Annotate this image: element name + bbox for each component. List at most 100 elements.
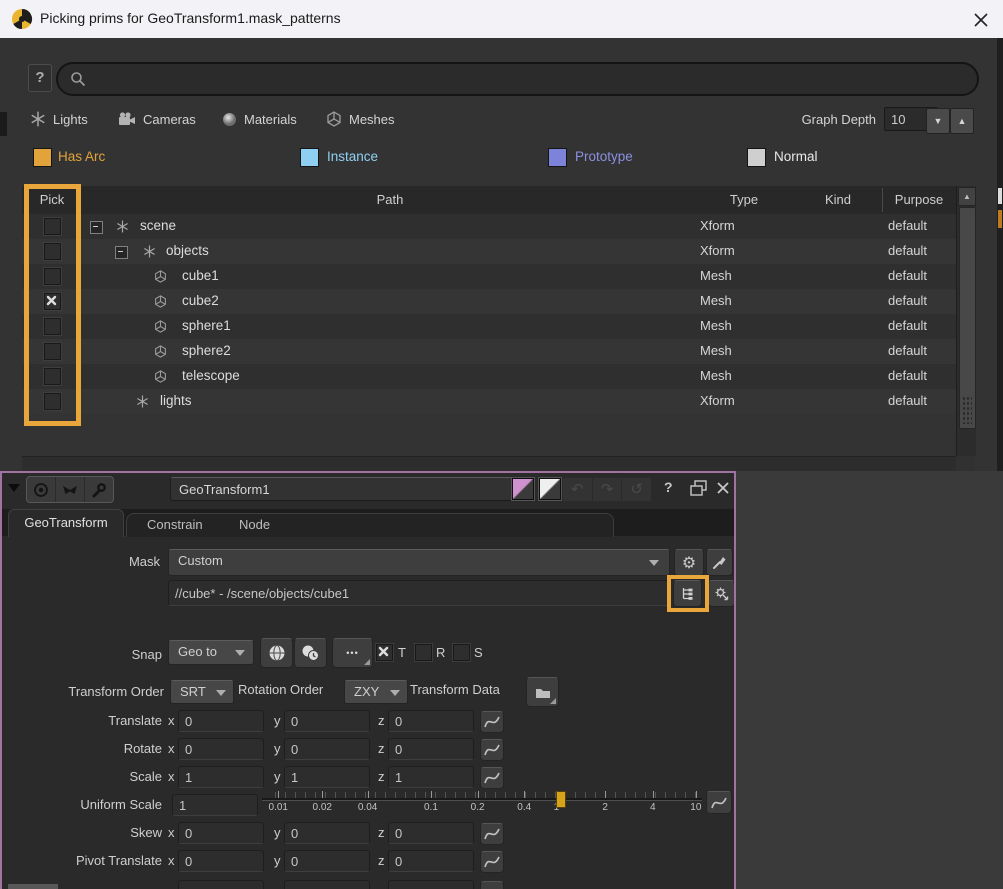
table-row[interactable]: cube2 Mesh default xyxy=(22,289,956,314)
scale-y-input[interactable] xyxy=(284,766,370,788)
panel-help-button[interactable]: ? xyxy=(664,479,673,495)
scale-animation-button[interactable] xyxy=(480,767,504,789)
column-header-type[interactable]: Type xyxy=(694,192,794,207)
revert-icon[interactable]: ↺ xyxy=(622,478,651,501)
translate-animation-button[interactable] xyxy=(480,711,504,733)
translate-x-input[interactable] xyxy=(178,710,264,732)
table-row[interactable]: sphere2 Mesh default xyxy=(22,339,956,364)
collapse-icon[interactable] xyxy=(90,221,103,234)
filter-cameras[interactable]: Cameras xyxy=(118,110,196,128)
clipped-button[interactable] xyxy=(480,881,504,889)
transform-order-dropdown[interactable]: SRT xyxy=(170,680,234,704)
snap-geo-frame-button[interactable] xyxy=(294,638,327,668)
snap-s-checkbox[interactable] xyxy=(453,644,470,661)
snap-geo-button[interactable] xyxy=(260,638,293,668)
snap-r-checkbox[interactable] xyxy=(415,644,432,661)
transform-data-button[interactable] xyxy=(526,677,559,707)
gl-color-swatch[interactable] xyxy=(539,478,561,500)
node-color-swatch[interactable] xyxy=(512,478,534,500)
graph-depth-decrement-button[interactable]: ▼ xyxy=(926,108,950,134)
mask-pattern-field[interactable] xyxy=(168,580,670,606)
hierarchy-icon xyxy=(680,586,695,601)
pick-checkbox[interactable] xyxy=(44,243,61,260)
column-header-purpose[interactable]: Purpose xyxy=(882,192,956,207)
search-input[interactable] xyxy=(92,66,956,92)
pick-checkbox-checked[interactable] xyxy=(44,293,61,310)
snap-t-checkbox[interactable] xyxy=(376,644,393,661)
moth-icon[interactable] xyxy=(56,477,85,502)
undo-icon[interactable]: ↶ xyxy=(563,478,593,501)
tab-constrain[interactable]: Constrain xyxy=(147,517,203,532)
panel-close-icon[interactable] xyxy=(716,481,730,495)
mask-update-button[interactable] xyxy=(708,580,735,607)
table-row[interactable]: objects Xform default xyxy=(22,239,956,264)
horizontal-scroll-area[interactable] xyxy=(22,456,956,472)
clipped-z-input[interactable] xyxy=(388,880,474,889)
filter-meshes[interactable]: Meshes xyxy=(326,110,395,128)
search-bar[interactable] xyxy=(56,62,979,96)
scroll-up-icon[interactable]: ▲ xyxy=(958,187,976,206)
pick-checkbox[interactable] xyxy=(44,368,61,385)
table-row[interactable]: lights Xform default xyxy=(22,389,956,414)
pivot-translate-y-input[interactable] xyxy=(284,850,370,872)
transform-data-label: Transform Data xyxy=(410,682,520,697)
skew-x-input[interactable] xyxy=(178,822,264,844)
uniform-scale-input[interactable] xyxy=(172,794,258,816)
pick-checkbox[interactable] xyxy=(44,343,61,360)
pick-checkbox[interactable] xyxy=(44,218,61,235)
pivot-translate-x-input[interactable] xyxy=(178,850,264,872)
filter-materials[interactable]: Materials xyxy=(222,110,297,128)
panel-menu-icon[interactable] xyxy=(8,484,20,492)
translate-z-input[interactable] xyxy=(388,710,474,732)
dialog-close-icon[interactable] xyxy=(970,9,992,31)
tab-node[interactable]: Node xyxy=(239,517,270,532)
skew-y-input[interactable] xyxy=(284,822,370,844)
mask-mode-dropdown[interactable]: Custom xyxy=(168,549,670,576)
rotation-order-dropdown[interactable]: ZXY xyxy=(344,680,408,704)
center-target-icon[interactable] xyxy=(27,477,56,502)
pivot-translate-animation-button[interactable] xyxy=(480,851,504,873)
scene-graph-picker-button[interactable] xyxy=(673,580,702,607)
pick-checkbox[interactable] xyxy=(44,318,61,335)
pick-checkbox[interactable] xyxy=(44,393,61,410)
scrollbar-thumb[interactable] xyxy=(959,207,976,429)
rotate-animation-button[interactable] xyxy=(480,739,504,761)
snap-mode-dropdown[interactable]: Geo to xyxy=(168,640,254,665)
uniform-scale-slider[interactable]: 0.01 0.02 0.04 0.1 0.2 0.4 1 2 4 10 xyxy=(262,789,702,817)
column-header-pick[interactable]: Pick xyxy=(22,192,82,207)
rotate-z-input[interactable] xyxy=(388,738,474,760)
column-header-kind[interactable]: Kind xyxy=(788,192,888,207)
uniform-scale-animation-button[interactable] xyxy=(706,791,732,814)
clipped-y-input[interactable] xyxy=(284,880,370,889)
help-button[interactable]: ? xyxy=(28,64,52,92)
skew-animation-button[interactable] xyxy=(480,823,504,845)
table-row[interactable]: telescope Mesh default xyxy=(22,364,956,389)
column-divider xyxy=(882,188,883,212)
skew-z-input[interactable] xyxy=(388,822,474,844)
mask-eyedropper-button[interactable] xyxy=(706,549,733,576)
pick-checkbox[interactable] xyxy=(44,268,61,285)
table-row[interactable]: scene Xform default xyxy=(22,214,956,239)
pivot-translate-z-input[interactable] xyxy=(388,850,474,872)
graph-depth-increment-button[interactable]: ▲ xyxy=(950,108,974,134)
filter-lights[interactable]: Lights xyxy=(30,110,88,128)
scale-z-input[interactable] xyxy=(388,766,474,788)
collapse-icon[interactable] xyxy=(115,246,128,259)
scale-x-input[interactable] xyxy=(178,766,264,788)
column-header-path[interactable]: Path xyxy=(80,192,700,207)
wrench-icon[interactable] xyxy=(85,477,113,502)
float-window-icon[interactable] xyxy=(690,480,708,497)
rotate-y-input[interactable] xyxy=(284,738,370,760)
node-name-field[interactable] xyxy=(170,477,518,501)
mask-settings-button[interactable]: ⚙ xyxy=(674,549,704,576)
redo-icon[interactable]: ↷ xyxy=(593,478,623,501)
vertical-scrollbar[interactable]: ▲ xyxy=(956,186,976,456)
slider-handle[interactable] xyxy=(556,791,566,808)
snap-more-button[interactable]: ••• xyxy=(332,638,373,668)
translate-y-input[interactable] xyxy=(284,710,370,732)
table-row[interactable]: sphere1 Mesh default xyxy=(22,314,956,339)
table-row[interactable]: cube1 Mesh default xyxy=(22,264,956,289)
clipped-x-input[interactable] xyxy=(178,880,264,889)
tab-geotransform[interactable]: GeoTransform xyxy=(8,509,124,537)
rotate-x-input[interactable] xyxy=(178,738,264,760)
